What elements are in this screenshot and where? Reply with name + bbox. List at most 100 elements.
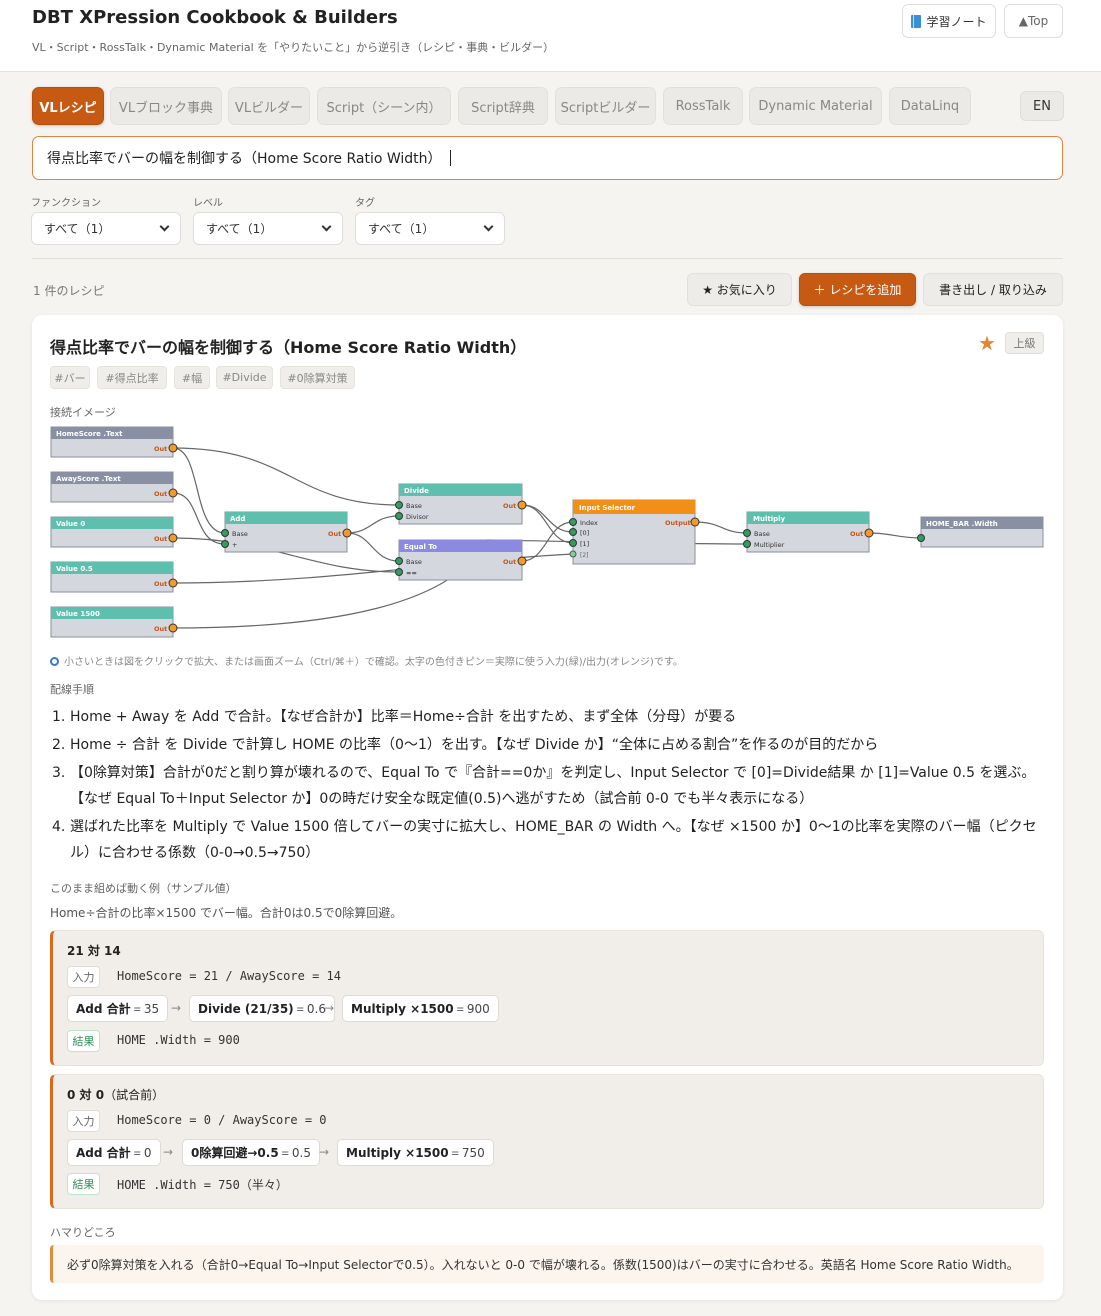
node-home-bar-width: HOME_BAR .Width — [917, 516, 1044, 548]
tab-datalinq[interactable]: DataLinq — [889, 87, 971, 125]
output-pin — [168, 488, 178, 498]
input-pin — [395, 557, 403, 565]
output-pin — [517, 500, 527, 510]
filter-function-label: ファンクション — [31, 198, 101, 209]
diagram-hint-text: 小さいときは図をクリックで拡大、または画面ズーム（Ctrl/⌘＋）で確認。太字の… — [64, 657, 683, 668]
example-title: 21 対 14 — [67, 942, 121, 959]
node-title: Value 0 — [56, 520, 85, 528]
node-title: Input Selector — [579, 504, 636, 512]
input-pin — [569, 550, 577, 558]
example-input: HomeScore = 0 / AwayScore = 0 — [117, 1113, 327, 1127]
chevron-down-icon — [159, 221, 170, 232]
learning-notes-label: 学習ノート — [926, 14, 987, 29]
wire — [172, 447, 226, 534]
port-label: Output — [665, 519, 691, 527]
wire — [346, 515, 400, 534]
language-toggle-button[interactable]: EN — [1020, 91, 1064, 121]
filter-divider — [32, 258, 1063, 259]
wiring-steps-list: 1. Home + Away を Add で合計。【なぜ合計か】比率＝Home÷合… — [52, 704, 1047, 868]
chevron-down-icon — [483, 221, 494, 232]
app-title: DBT XPression Cookbook & Builders — [32, 7, 398, 28]
filter-function-select[interactable]: すべて（1） — [31, 212, 181, 245]
arrow-right-icon: → — [319, 1145, 330, 1159]
port-label: Out — [850, 530, 863, 538]
calc-chip: 0除算回避→0.5 = 0.5 — [182, 1139, 320, 1166]
example-title-suffix: （試合前） — [104, 1088, 165, 1102]
port-label: Base — [754, 530, 770, 538]
text-cursor — [449, 150, 451, 166]
node-title: Divide — [404, 487, 429, 495]
port-label: Multiplier — [754, 541, 785, 549]
tab-script-scene[interactable]: Script（シーン内） — [317, 87, 451, 125]
port-label: Out — [503, 558, 516, 566]
node-title: HOME_BAR .Width — [926, 520, 998, 528]
input-pin — [221, 529, 229, 537]
node-title: Equal To — [404, 543, 437, 551]
output-pin — [690, 517, 700, 527]
list-item: 2. Home ÷ 合計 を Divide で計算し HOME の比率（0〜1）を… — [52, 732, 1047, 758]
filter-tag-label: タグ — [355, 198, 375, 209]
tab-script-dictionary[interactable]: Script辞典 — [458, 87, 548, 125]
port-label: [1] — [580, 540, 589, 548]
app-header: DBT XPression Cookbook & Builders VL・Scr… — [0, 0, 1101, 72]
export-import-button[interactable]: 書き出し / 取り込み — [923, 273, 1063, 306]
add-recipe-button[interactable]: ＋ レシピを追加 — [799, 273, 916, 306]
tab-vl-block-dictionary[interactable]: VLブロック事典 — [110, 87, 222, 125]
recipe-search-input[interactable]: 得点比率でバーの幅を制御する（Home Score Ratio Width） — [32, 136, 1063, 180]
tab-vl-recipe[interactable]: VLレシピ — [32, 87, 104, 125]
node-divide: Divide Base Divisor Out — [395, 483, 527, 525]
learning-notes-button[interactable]: 学習ノート — [902, 4, 996, 38]
port-label: Out — [154, 490, 167, 498]
wire — [346, 532, 400, 562]
port-label: [0] — [580, 529, 589, 537]
node-input-selector: Input Selector Index [0] [1] [2] Output — [569, 499, 700, 565]
input-pin — [395, 501, 403, 509]
example-title-text: 21 対 14 — [67, 944, 121, 958]
recipe-count: 1 件のレシピ — [33, 284, 105, 298]
port-label: [2] — [580, 552, 589, 559]
recipe-card: 得点比率でバーの幅を制御する（Home Score Ratio Width） ★… — [32, 315, 1063, 1300]
filter-level-select[interactable]: すべて（1） — [193, 212, 343, 245]
wire — [521, 504, 574, 544]
calc-chip: Add 合計 = 35 — [67, 995, 169, 1022]
output-pin — [168, 578, 178, 588]
tab-vl-builder[interactable]: VLビルダー — [228, 87, 310, 125]
tab-dynamic-material[interactable]: Dynamic Material — [749, 87, 882, 125]
node-title: HomeScore .Text — [56, 430, 123, 438]
back-to-top-button[interactable]: ▲Top — [1004, 4, 1063, 38]
input-badge: 入力 — [67, 966, 100, 988]
wire — [172, 447, 400, 506]
calc-chip-value: 750 — [461, 1145, 485, 1160]
port-label: Out — [154, 625, 167, 633]
node-title: Value 0.5 — [56, 565, 93, 573]
output-pin — [342, 528, 352, 538]
filter-tag-select[interactable]: すべて（1） — [355, 212, 505, 245]
output-pin — [168, 443, 178, 453]
input-pin — [743, 540, 751, 548]
port-label: Out — [503, 502, 516, 510]
wire — [172, 492, 226, 545]
tab-rosstalk[interactable]: RossTalk — [663, 87, 743, 125]
node-awayscore-text: AwayScore .Text Out — [50, 471, 178, 503]
search-input-value: 得点比率でバーの幅を制御する（Home Score Ratio Width） — [47, 151, 442, 167]
calc-chip-label: 0除算回避→0.5 — [191, 1146, 279, 1160]
app-subtitle: VL・Script・RossTalk・Dynamic Material を「やり… — [32, 41, 555, 54]
wire — [521, 504, 574, 533]
wire — [868, 532, 922, 539]
input-pin — [395, 568, 403, 576]
example-description: Home÷合計の比率×1500 でバー幅。合計0は0.5で0除算回避。 — [50, 906, 403, 920]
steps-label: 配線手順 — [50, 683, 94, 696]
tab-script-builder[interactable]: Scriptビルダー — [555, 87, 656, 125]
node-value-0: Value 0 Out — [50, 516, 178, 548]
port-label: Base — [406, 558, 422, 566]
node-graph-diagram[interactable]: HomeScore .Text Out AwayScore .Text Out … — [32, 315, 1063, 645]
input-badge: 入力 — [67, 1110, 100, 1132]
output-pin — [168, 533, 178, 543]
favorites-button[interactable]: ★ お気に入り — [687, 273, 792, 306]
example-card: 21 対 14 入力 HomeScore = 21 / AwayScore = … — [50, 930, 1044, 1066]
step-text: 【0除算対策】合計が0だと割り算が壊れるので、Equal To で『合計==0か… — [70, 765, 1036, 807]
port-label: + — [232, 541, 237, 549]
calc-chip-label: Divide (21/35) — [198, 1001, 294, 1016]
node-add: Add Base + Out — [221, 511, 352, 553]
port-label: == — [406, 569, 417, 577]
